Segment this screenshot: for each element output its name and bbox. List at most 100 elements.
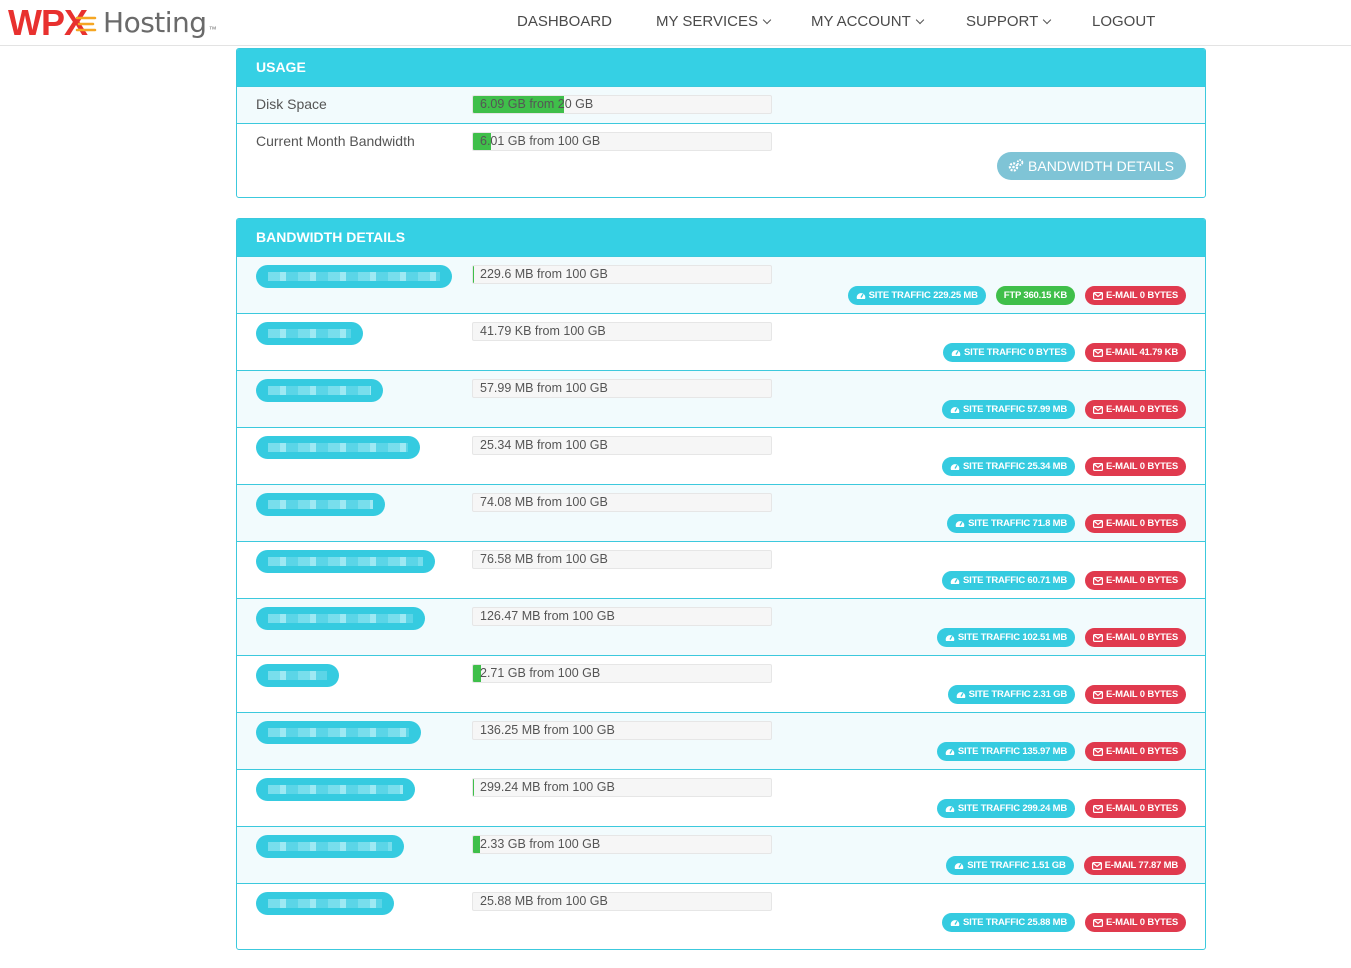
nav-my-services-label: MY SERVICES [656, 13, 758, 30]
bandwidth-row-7: 126.47 MB from 100 GB SITE TRAFFIC 102.51… [237, 598, 1205, 655]
bandwidth-details-button[interactable]: BANDWIDTH DETAILS [997, 152, 1186, 180]
dashboard-gauge-icon [945, 804, 958, 813]
domain-bandwidth-progress: 25.34 MB from 100 GB [472, 436, 772, 455]
dashboard-gauge-icon [950, 918, 963, 927]
domain-name-redacted[interactable] [256, 493, 385, 516]
site-traffic-badge: SITE TRAFFIC 25.34 MB [942, 457, 1076, 476]
site-traffic-badge: SITE TRAFFIC 102.51 MB [936, 628, 1076, 647]
domain-bandwidth-progress-fill [473, 836, 480, 853]
redacted-text [268, 785, 403, 794]
nav-my-account[interactable]: MY ACCOUNT [811, 13, 924, 30]
usage-panel: USAGE Disk Space 6.09 GB from 20 GB Curr… [236, 48, 1206, 198]
domain-bandwidth-progress: 76.58 MB from 100 GB [472, 550, 772, 569]
domain-name-redacted[interactable] [256, 265, 452, 288]
domain-bandwidth-value: 74.08 MB from 100 GB [480, 495, 608, 509]
domain-bandwidth-progress: 229.6 MB from 100 GB [472, 265, 772, 284]
site-traffic-text: SITE TRAFFIC 0 BYTES [964, 347, 1067, 358]
nav-dashboard-label: DASHBOARD [517, 13, 613, 30]
domain-name-redacted[interactable] [256, 322, 363, 345]
email-traffic-text: E-MAIL 0 BYTES [1106, 575, 1178, 586]
domain-name-redacted[interactable] [256, 607, 425, 630]
domain-bandwidth-progress: 74.08 MB from 100 GB [472, 493, 772, 512]
dashboard-gauge-icon [951, 348, 964, 357]
redacted-text [268, 500, 373, 509]
envelope-icon [1093, 519, 1106, 528]
traffic-badges: SITE TRAFFIC 25.88 MB E-MAIL 0 BYTES [942, 913, 1186, 932]
domain-bandwidth-value: 57.99 MB from 100 GB [480, 381, 608, 395]
domain-bandwidth-value: 2.33 GB from 100 GB [480, 837, 601, 851]
dashboard-gauge-icon [856, 291, 869, 300]
envelope-icon [1093, 291, 1106, 300]
envelope-icon [1093, 747, 1106, 756]
domain-name-redacted[interactable] [256, 835, 404, 858]
bandwidth-row-11: 2.33 GB from 100 GB SITE TRAFFIC 1.51 GB E… [237, 826, 1205, 883]
bandwidth-details-panel: BANDWIDTH DETAILS 229.6 MB from 100 GB SI… [236, 218, 1206, 950]
email-traffic-badge: E-MAIL 0 BYTES [1085, 571, 1186, 590]
redacted-text [268, 443, 408, 452]
site-traffic-badge: SITE TRAFFIC 299.24 MB [936, 799, 1076, 818]
logo-hosting-text: Hosting [103, 6, 207, 39]
domain-name-redacted[interactable] [256, 379, 383, 402]
domain-bandwidth-progress: 57.99 MB from 100 GB [472, 379, 772, 398]
site-traffic-badge: SITE TRAFFIC 135.97 MB [936, 742, 1076, 761]
bandwidth-row-1: 229.6 MB from 100 GB SITE TRAFFIC 229.25 … [237, 256, 1205, 313]
nav-logout-label: LOGOUT [1092, 13, 1156, 30]
domain-bandwidth-value: 76.58 MB from 100 GB [480, 552, 608, 566]
traffic-badges: SITE TRAFFIC 135.97 MB E-MAIL 0 BYTES [936, 742, 1186, 761]
email-traffic-text: E-MAIL 0 BYTES [1106, 632, 1178, 643]
bandwidth-label: Current Month Bandwidth [256, 133, 415, 149]
redacted-text [268, 272, 440, 281]
dashboard-gauge-icon [954, 861, 967, 870]
site-traffic-badge: SITE TRAFFIC 25.88 MB [942, 913, 1076, 932]
domain-name-redacted[interactable] [256, 550, 435, 573]
nav-dashboard[interactable]: DASHBOARD [517, 13, 612, 30]
domain-name-redacted[interactable] [256, 892, 394, 915]
gears-icon [1008, 159, 1024, 172]
traffic-badges: SITE TRAFFIC 2.31 GB E-MAIL 0 BYTES [947, 685, 1186, 704]
nav-my-services[interactable]: MY SERVICES [656, 13, 772, 30]
email-traffic-badge: E-MAIL 0 BYTES [1085, 685, 1186, 704]
redacted-text [268, 329, 351, 338]
domain-name-redacted[interactable] [256, 664, 339, 687]
email-traffic-badge: E-MAIL 0 BYTES [1085, 286, 1186, 305]
domain-bandwidth-progress: 126.47 MB from 100 GB [472, 607, 772, 626]
site-traffic-badge: SITE TRAFFIC 60.71 MB [942, 571, 1076, 590]
site-traffic-text: SITE TRAFFIC 135.97 MB [957, 746, 1068, 757]
email-traffic-text: E-MAIL 77.87 MB [1104, 860, 1179, 871]
envelope-icon [1093, 918, 1106, 927]
site-traffic-badge: SITE TRAFFIC 57.99 MB [942, 400, 1076, 419]
site-traffic-text: SITE TRAFFIC 2.31 GB [968, 689, 1068, 700]
envelope-icon [1091, 861, 1105, 870]
bandwidth-row-9: 136.25 MB from 100 GB SITE TRAFFIC 135.97… [237, 712, 1205, 769]
site-traffic-text: SITE TRAFFIC 102.51 MB [957, 632, 1068, 643]
dashboard-gauge-icon [956, 690, 969, 699]
envelope-icon [1093, 633, 1106, 642]
envelope-icon [1092, 348, 1106, 357]
email-traffic-text: E-MAIL 0 BYTES [1106, 689, 1178, 700]
site-traffic-text: SITE TRAFFIC 60.71 MB [963, 575, 1068, 586]
dashboard-gauge-icon [945, 633, 958, 642]
domain-bandwidth-value: 2.71 GB from 100 GB [480, 666, 601, 680]
email-traffic-badge: E-MAIL 0 BYTES [1085, 514, 1186, 533]
bandwidth-row-6: 76.58 MB from 100 GB SITE TRAFFIC 60.71 M… [237, 541, 1205, 598]
domain-name-redacted[interactable] [256, 436, 420, 459]
dashboard-gauge-icon [950, 462, 963, 471]
nav-logout[interactable]: LOGOUT [1092, 13, 1155, 30]
site-traffic-text: SITE TRAFFIC 57.99 MB [963, 404, 1068, 415]
domain-bandwidth-progress-fill [473, 266, 474, 283]
email-traffic-badge: E-MAIL 0 BYTES [1085, 457, 1186, 476]
bandwidth-value: 6.01 GB from 100 GB [480, 134, 601, 148]
site-traffic-text: SITE TRAFFIC 1.51 GB [967, 860, 1066, 871]
bandwidth-row: Current Month Bandwidth 6.01 GB from 100… [237, 123, 1205, 197]
logo-swoosh-icon [75, 16, 97, 32]
site-traffic-text: SITE TRAFFIC 25.88 MB [963, 917, 1068, 928]
envelope-icon [1093, 462, 1106, 471]
top-navbar: WPX Hosting ™ DASHBOARD MY SERVICES MY A… [0, 0, 1351, 46]
domain-name-redacted[interactable] [256, 721, 421, 744]
site-traffic-text: SITE TRAFFIC 25.34 MB [963, 461, 1068, 472]
envelope-icon [1093, 405, 1106, 414]
wpx-hosting-logo[interactable]: WPX Hosting ™ [8, 3, 217, 43]
nav-support[interactable]: SUPPORT [966, 13, 1052, 30]
redacted-text [268, 842, 392, 851]
domain-name-redacted[interactable] [256, 778, 415, 801]
